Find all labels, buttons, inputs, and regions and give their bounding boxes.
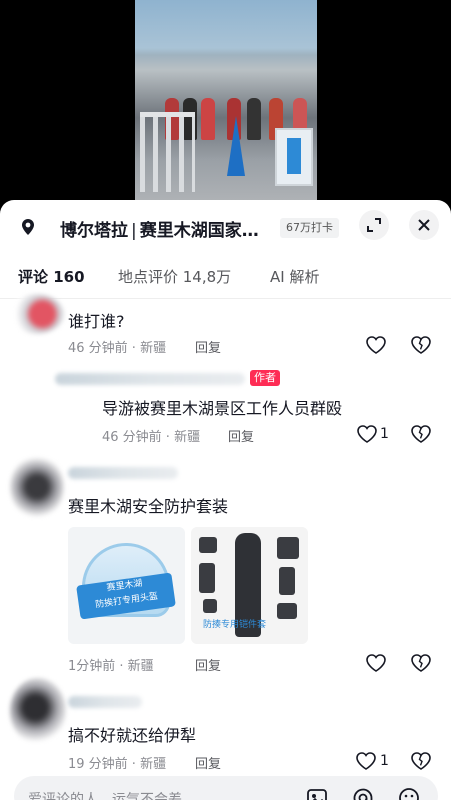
emoji-icon[interactable] — [398, 787, 420, 800]
person — [201, 98, 215, 140]
reply-button[interactable]: 回复 — [195, 337, 221, 356]
tab-bar: 评论 160 地点评价 14,8万 AI 解析 — [0, 258, 451, 298]
traffic-cone — [227, 116, 245, 176]
armor-piece — [199, 563, 215, 593]
broken-heart-icon[interactable] — [410, 424, 432, 444]
comment-item: 谁打谁? 46 分钟前 · 新疆 回复 — [0, 294, 451, 360]
reply-button[interactable]: 回复 — [195, 655, 221, 674]
location-bar[interactable]: 博尔塔拉 | 赛里木湖国家… 67万打卡 — [0, 200, 451, 252]
like-count: 1 — [380, 753, 389, 769]
comment-input-placeholder: 爱评论的人，运气不会差 — [28, 792, 182, 800]
comment-text: 赛里木湖安全防护套装 — [68, 497, 229, 516]
avatar[interactable] — [10, 455, 64, 519]
location-pin-icon — [22, 219, 34, 235]
avatar[interactable] — [10, 678, 66, 744]
comment-text: 搞不好就还给伊犁 — [68, 726, 197, 745]
location-detail: 赛里木湖国家… — [139, 221, 259, 241]
video-frame — [135, 0, 317, 210]
heart-icon[interactable] — [355, 751, 377, 771]
comment-item: 赛里木湖安全防护套装 赛里木湖 防挨打专用头盔 防揍专用铠件套 1分钟前 · 新… — [0, 455, 451, 675]
armor-piece — [279, 567, 295, 595]
comment-text: 谁打谁? — [68, 312, 125, 331]
heart-icon[interactable] — [356, 424, 378, 444]
video-player[interactable] — [0, 0, 451, 210]
sign-board — [275, 128, 313, 186]
location-separator: | — [131, 221, 137, 241]
tab-place-rating[interactable]: 地点评价 14,8万 — [118, 266, 231, 287]
username-blurred[interactable] — [68, 467, 178, 479]
comment-image-armor[interactable]: 防揍专用铠件套 — [191, 527, 308, 644]
heart-icon[interactable] — [365, 335, 387, 355]
reply-button[interactable]: 回复 — [195, 753, 221, 772]
username-blurred[interactable] — [68, 696, 142, 708]
location-name: 博尔塔拉 — [60, 221, 128, 241]
tab-ai-analysis[interactable]: AI 解析 — [270, 266, 319, 287]
heart-icon[interactable] — [365, 653, 387, 673]
reply-button[interactable]: 回复 — [228, 426, 254, 445]
comment-sheet: 博尔塔拉 | 赛里木湖国家… 67万打卡 评论 160 地点评价 14,8万 AI … — [0, 200, 451, 800]
tab-divider — [0, 298, 451, 299]
tab-comments[interactable]: 评论 160 — [18, 266, 85, 287]
expand-button[interactable] — [359, 210, 389, 240]
armor-piece — [203, 599, 217, 613]
broken-heart-icon[interactable] — [410, 335, 432, 355]
comment-item: 搞不好就还给伊犁 19 分钟前 · 新疆 回复 1 — [0, 678, 451, 778]
image-icon[interactable] — [306, 787, 328, 800]
comment-time: 1分钟前 · 新疆 — [68, 659, 154, 674]
armor-piece — [199, 537, 217, 553]
broken-heart-icon[interactable] — [410, 653, 432, 673]
comment-text: 导游被赛里木湖景区工作人员群殴 — [102, 399, 343, 418]
like-count: 1 — [380, 426, 389, 442]
expand-icon — [367, 218, 381, 232]
railing — [140, 112, 195, 192]
person — [247, 98, 261, 140]
close-button[interactable] — [409, 210, 439, 240]
checkin-badge: 67万打卡 — [280, 218, 339, 238]
comment-time: 19 分钟前 · 新疆 — [68, 757, 167, 772]
author-tag: 作者 — [250, 370, 280, 386]
comment-time: 46 分钟前 · 新疆 — [68, 341, 167, 356]
armor-caption: 防揍专用铠件套 — [203, 620, 267, 630]
reply-item: 作者 导游被赛里木湖景区工作人员群殴 46 分钟前 · 新疆 回复 1 — [0, 365, 451, 450]
avatar[interactable] — [10, 294, 64, 334]
at-icon[interactable] — [352, 787, 374, 800]
username-blurred[interactable] — [55, 373, 245, 385]
broken-heart-icon[interactable] — [410, 751, 432, 771]
location-title[interactable]: 博尔塔拉 | 赛里木湖国家… — [60, 216, 259, 241]
armor-piece — [277, 537, 299, 559]
comment-time: 46 分钟前 · 新疆 — [102, 430, 201, 445]
comment-input[interactable]: 爱评论的人，运气不会差 — [14, 776, 438, 800]
armor-piece — [277, 603, 297, 619]
comment-image-helmet[interactable]: 赛里木湖 防挨打专用头盔 — [68, 527, 185, 644]
close-icon — [418, 219, 430, 231]
